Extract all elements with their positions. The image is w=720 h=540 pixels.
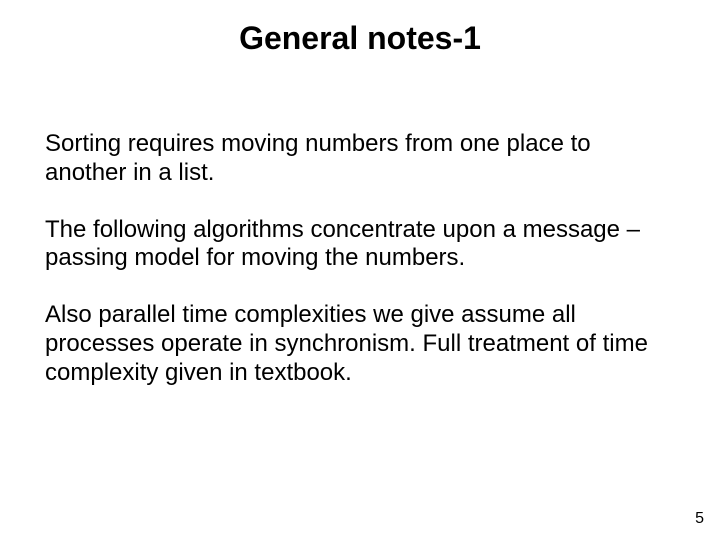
slide-title: General notes-1 bbox=[0, 20, 720, 57]
body-paragraph: The following algorithms concentrate upo… bbox=[45, 216, 670, 274]
slide: General notes-1 Sorting requires moving … bbox=[0, 0, 720, 540]
body-paragraph: Sorting requires moving numbers from one… bbox=[45, 130, 670, 188]
body-paragraph: Also parallel time complexities we give … bbox=[45, 301, 670, 387]
slide-body: Sorting requires moving numbers from one… bbox=[45, 130, 670, 416]
page-number: 5 bbox=[695, 510, 704, 528]
